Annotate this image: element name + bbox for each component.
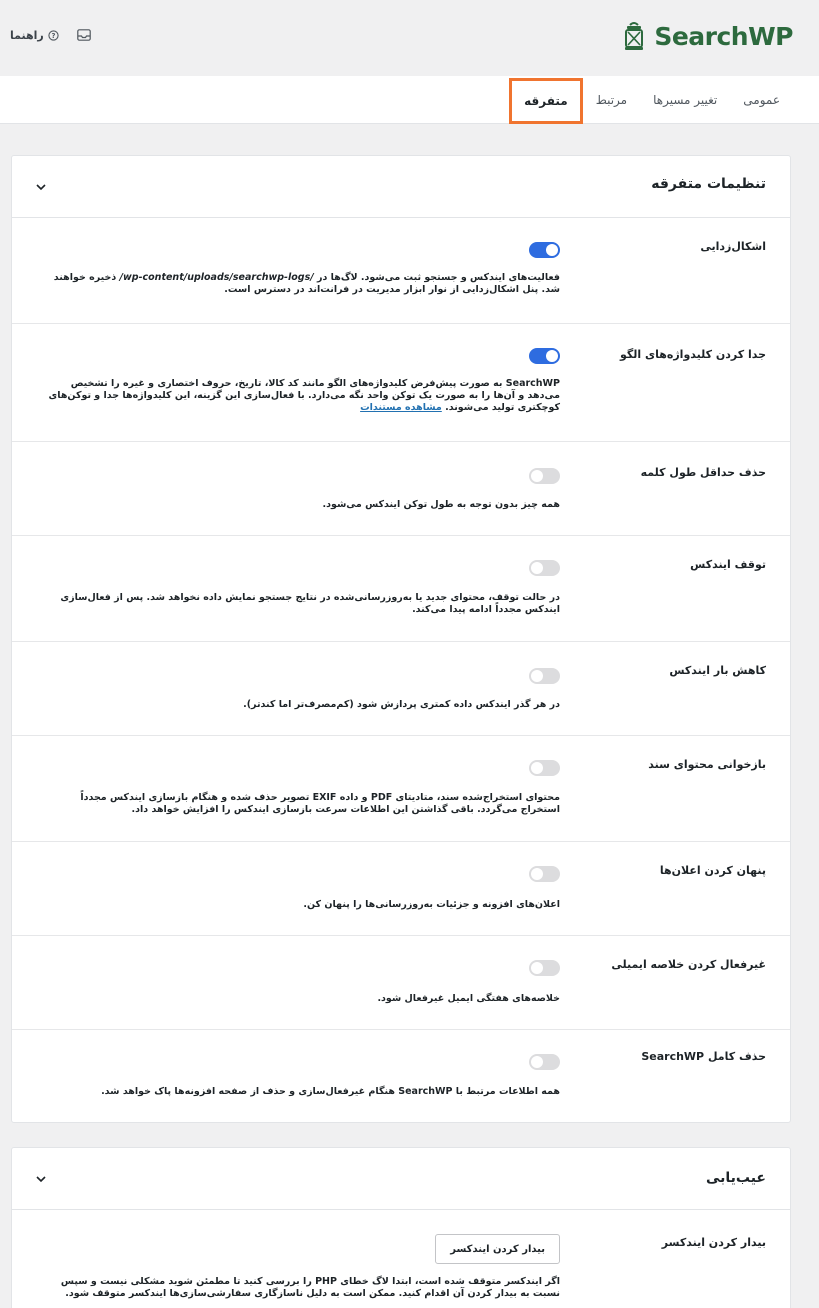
wake-indexer-button[interactable]: بیدار کردن ایندکسر [435, 1234, 560, 1264]
setting-row-disable-email-summaries: غیرفعال کردن خلاصه ایمیلی خلاصه‌های هفتگ… [12, 936, 790, 1030]
tab-related[interactable]: مرتبط [583, 76, 640, 124]
tabs-bar: عمومی تغییر مسیرها مرتبط متفرقه [0, 76, 819, 124]
troubleshooting-header[interactable]: عیب‌یابی [12, 1148, 790, 1210]
lantern-icon [625, 22, 644, 50]
setting-row-pause-indexer: توقف ایندکس در حالت توقف، محتوای جدید یا… [12, 536, 790, 642]
setting-row-debug: اشکال‌زدایی فعالیت‌های ایندکس و جستجو ثب… [12, 218, 790, 324]
setting-label: بیدار کردن ایندکسر [661, 1236, 766, 1249]
misc-settings-title: تنظیمات متفرقه [651, 176, 766, 192]
hide-notices-toggle[interactable] [529, 866, 560, 882]
settings-tabs: عمومی تغییر مسیرها مرتبط متفرقه [509, 76, 793, 124]
remove-all-data-toggle[interactable] [529, 1054, 560, 1070]
setting-row-remove-all-data: حذف کامل SearchWP همه اطلاعات مرتبط با S… [12, 1030, 790, 1122]
svg-text:?: ? [51, 32, 55, 40]
setting-row-reduce-indexer-load: کاهش بار ایندکس در هر گذر ایندکس داده کم… [12, 642, 790, 736]
help-link[interactable]: راهنما ? [10, 29, 59, 42]
debug-toggle[interactable] [529, 242, 560, 258]
setting-row-tokenize-patterns: جدا کردن کلیدواژه‌های الگو SearchWP به ص… [12, 324, 790, 442]
tab-general[interactable]: عمومی [730, 76, 793, 124]
setting-label: جدا کردن کلیدواژه‌های الگو [619, 348, 766, 361]
reparse-document-content-toggle[interactable] [529, 760, 560, 776]
setting-label: حذف کامل SearchWP [641, 1050, 766, 1063]
setting-description: محتوای استخراج‌شده سند، متادیتای PDF و د… [80, 792, 560, 815]
setting-description: اگر ایندکسر متوقف شده است، ابتدا لاگ خطا… [60, 1276, 560, 1299]
tab-misc[interactable]: متفرقه [509, 78, 583, 124]
setting-description: همه اطلاعات مرتبط با SearchWP هنگام غیرف… [101, 1086, 560, 1097]
tab-redirects[interactable]: تغییر مسیرها [640, 76, 730, 124]
chevron-down-icon[interactable] [34, 180, 48, 194]
setting-description: در هر گذر ایندکس داده کمتری پردازش شود (… [243, 699, 560, 710]
setting-description: در حالت توقف، محتوای جدید یا به‌روزرسانی… [60, 592, 560, 615]
setting-row-wake-indexer: بیدار کردن ایندکسر بیدار کردن ایندکسر اگ… [12, 1210, 790, 1308]
setting-description: اعلان‌های افزونه و جزئیات به‌روزرسانی‌ها… [303, 899, 560, 910]
top-header: راهنما ? SearchWP [0, 0, 819, 76]
setting-label: پنهان کردن اعلان‌ها [659, 864, 766, 877]
help-label: راهنما [10, 28, 44, 42]
setting-label: حذف حداقل طول کلمه [640, 466, 766, 479]
troubleshooting-title: عیب‌یابی [705, 1170, 766, 1186]
setting-description: فعالیت‌های ایندکس و جستجو ثبت می‌شود. لا… [53, 272, 560, 295]
help-area: راهنما ? [10, 26, 91, 44]
view-docs-link[interactable]: مشاهده مستندات [360, 402, 442, 413]
setting-description: SearchWP به صورت پیش‌فرض کلیدواژه‌های ال… [48, 378, 560, 413]
setting-label: بازخوانی محتوای سند [648, 758, 766, 771]
pause-indexer-toggle[interactable] [529, 560, 560, 576]
setting-label: توقف ایندکس [690, 558, 766, 571]
logo-text: SearchWP [654, 21, 793, 51]
remove-min-word-length-toggle[interactable] [529, 468, 560, 484]
inbox-icon[interactable] [76, 29, 91, 41]
chevron-down-icon[interactable] [34, 1172, 48, 1186]
setting-description: خلاصه‌های هفتگی ایمیل غیرفعال شود. [377, 993, 560, 1004]
misc-settings-header[interactable]: تنظیمات متفرقه [12, 156, 790, 218]
troubleshooting-card: عیب‌یابی بیدار کردن ایندکسر بیدار کردن ا… [11, 1147, 791, 1308]
setting-label: کاهش بار ایندکس [669, 664, 766, 677]
setting-description: همه چیز بدون توجه به طول توکن ایندکس می‌… [322, 499, 561, 510]
setting-row-hide-notices: پنهان کردن اعلان‌ها اعلان‌های افزونه و ج… [12, 842, 790, 936]
disable-email-summaries-toggle[interactable] [529, 960, 560, 976]
setting-row-reparse-document-content: بازخوانی محتوای سند محتوای استخراج‌شده س… [12, 736, 790, 842]
setting-label: اشکال‌زدایی [700, 240, 766, 253]
setting-label: غیرفعال کردن خلاصه ایمیلی [611, 958, 766, 971]
reduce-indexer-load-toggle[interactable] [529, 668, 560, 684]
misc-settings-card: تنظیمات متفرقه اشکال‌زدایی فعالیت‌های ای… [11, 155, 791, 1123]
setting-row-remove-min-word-length: حذف حداقل طول کلمه همه چیز بدون توجه به … [12, 442, 790, 536]
searchwp-logo: SearchWP [622, 18, 793, 54]
help-icon: ? [48, 29, 59, 41]
tokenize-patterns-toggle[interactable] [529, 348, 560, 364]
